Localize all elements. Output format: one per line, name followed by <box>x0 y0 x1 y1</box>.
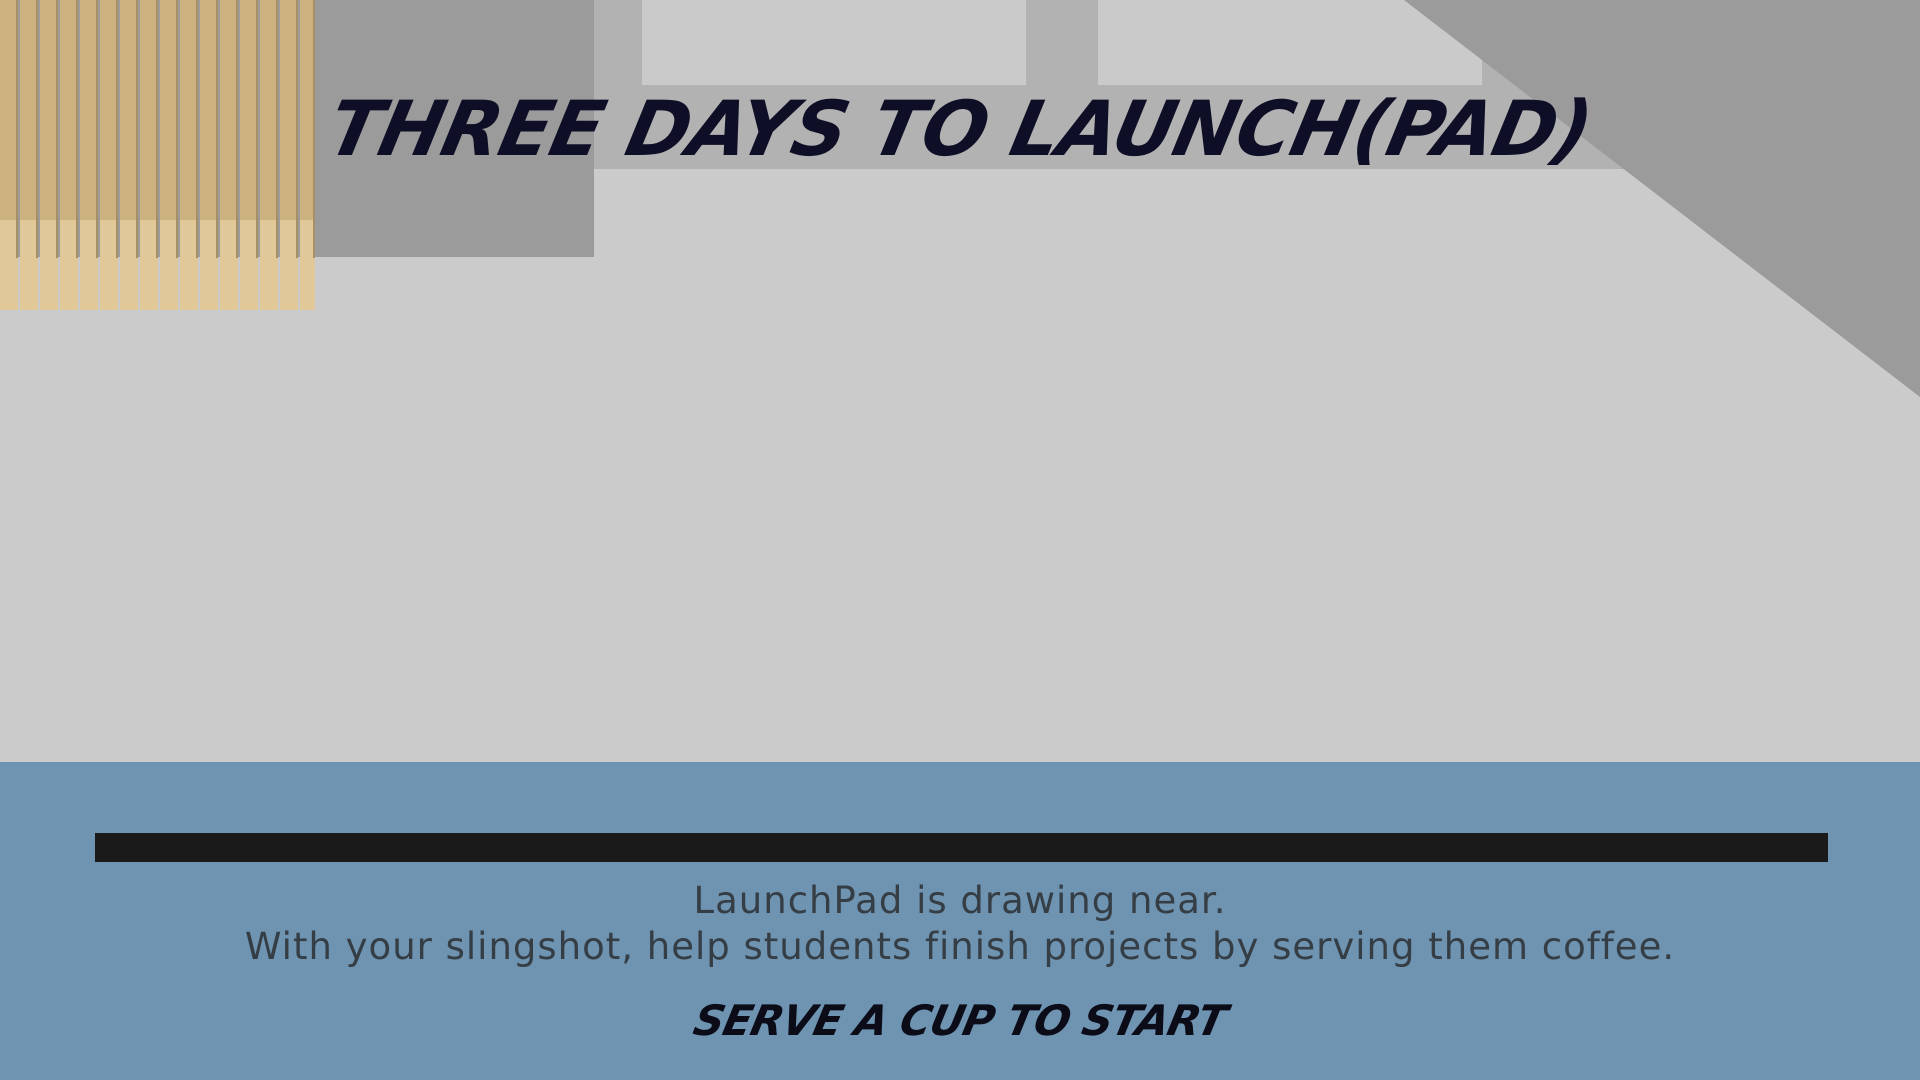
intro-description: LaunchPad is drawing near. With your sli… <box>0 878 1920 970</box>
start-prompt[interactable]: SERVE A CUP TO START <box>0 996 1920 1045</box>
progress-bar <box>95 833 1828 862</box>
window-right <box>1098 0 1482 85</box>
description-line-1: LaunchPad is drawing near. <box>693 879 1227 922</box>
window-left <box>642 0 1026 85</box>
description-line-2: With your slingshot, help students finis… <box>244 925 1676 968</box>
intro-panel: LaunchPad is drawing near. With your sli… <box>0 762 1920 1080</box>
game-title: THREE DAYS TO LAUNCH(PAD) <box>320 84 1600 173</box>
title-screen: THREE DAYS TO LAUNCH(PAD) LaunchPad is d… <box>0 0 1920 1080</box>
